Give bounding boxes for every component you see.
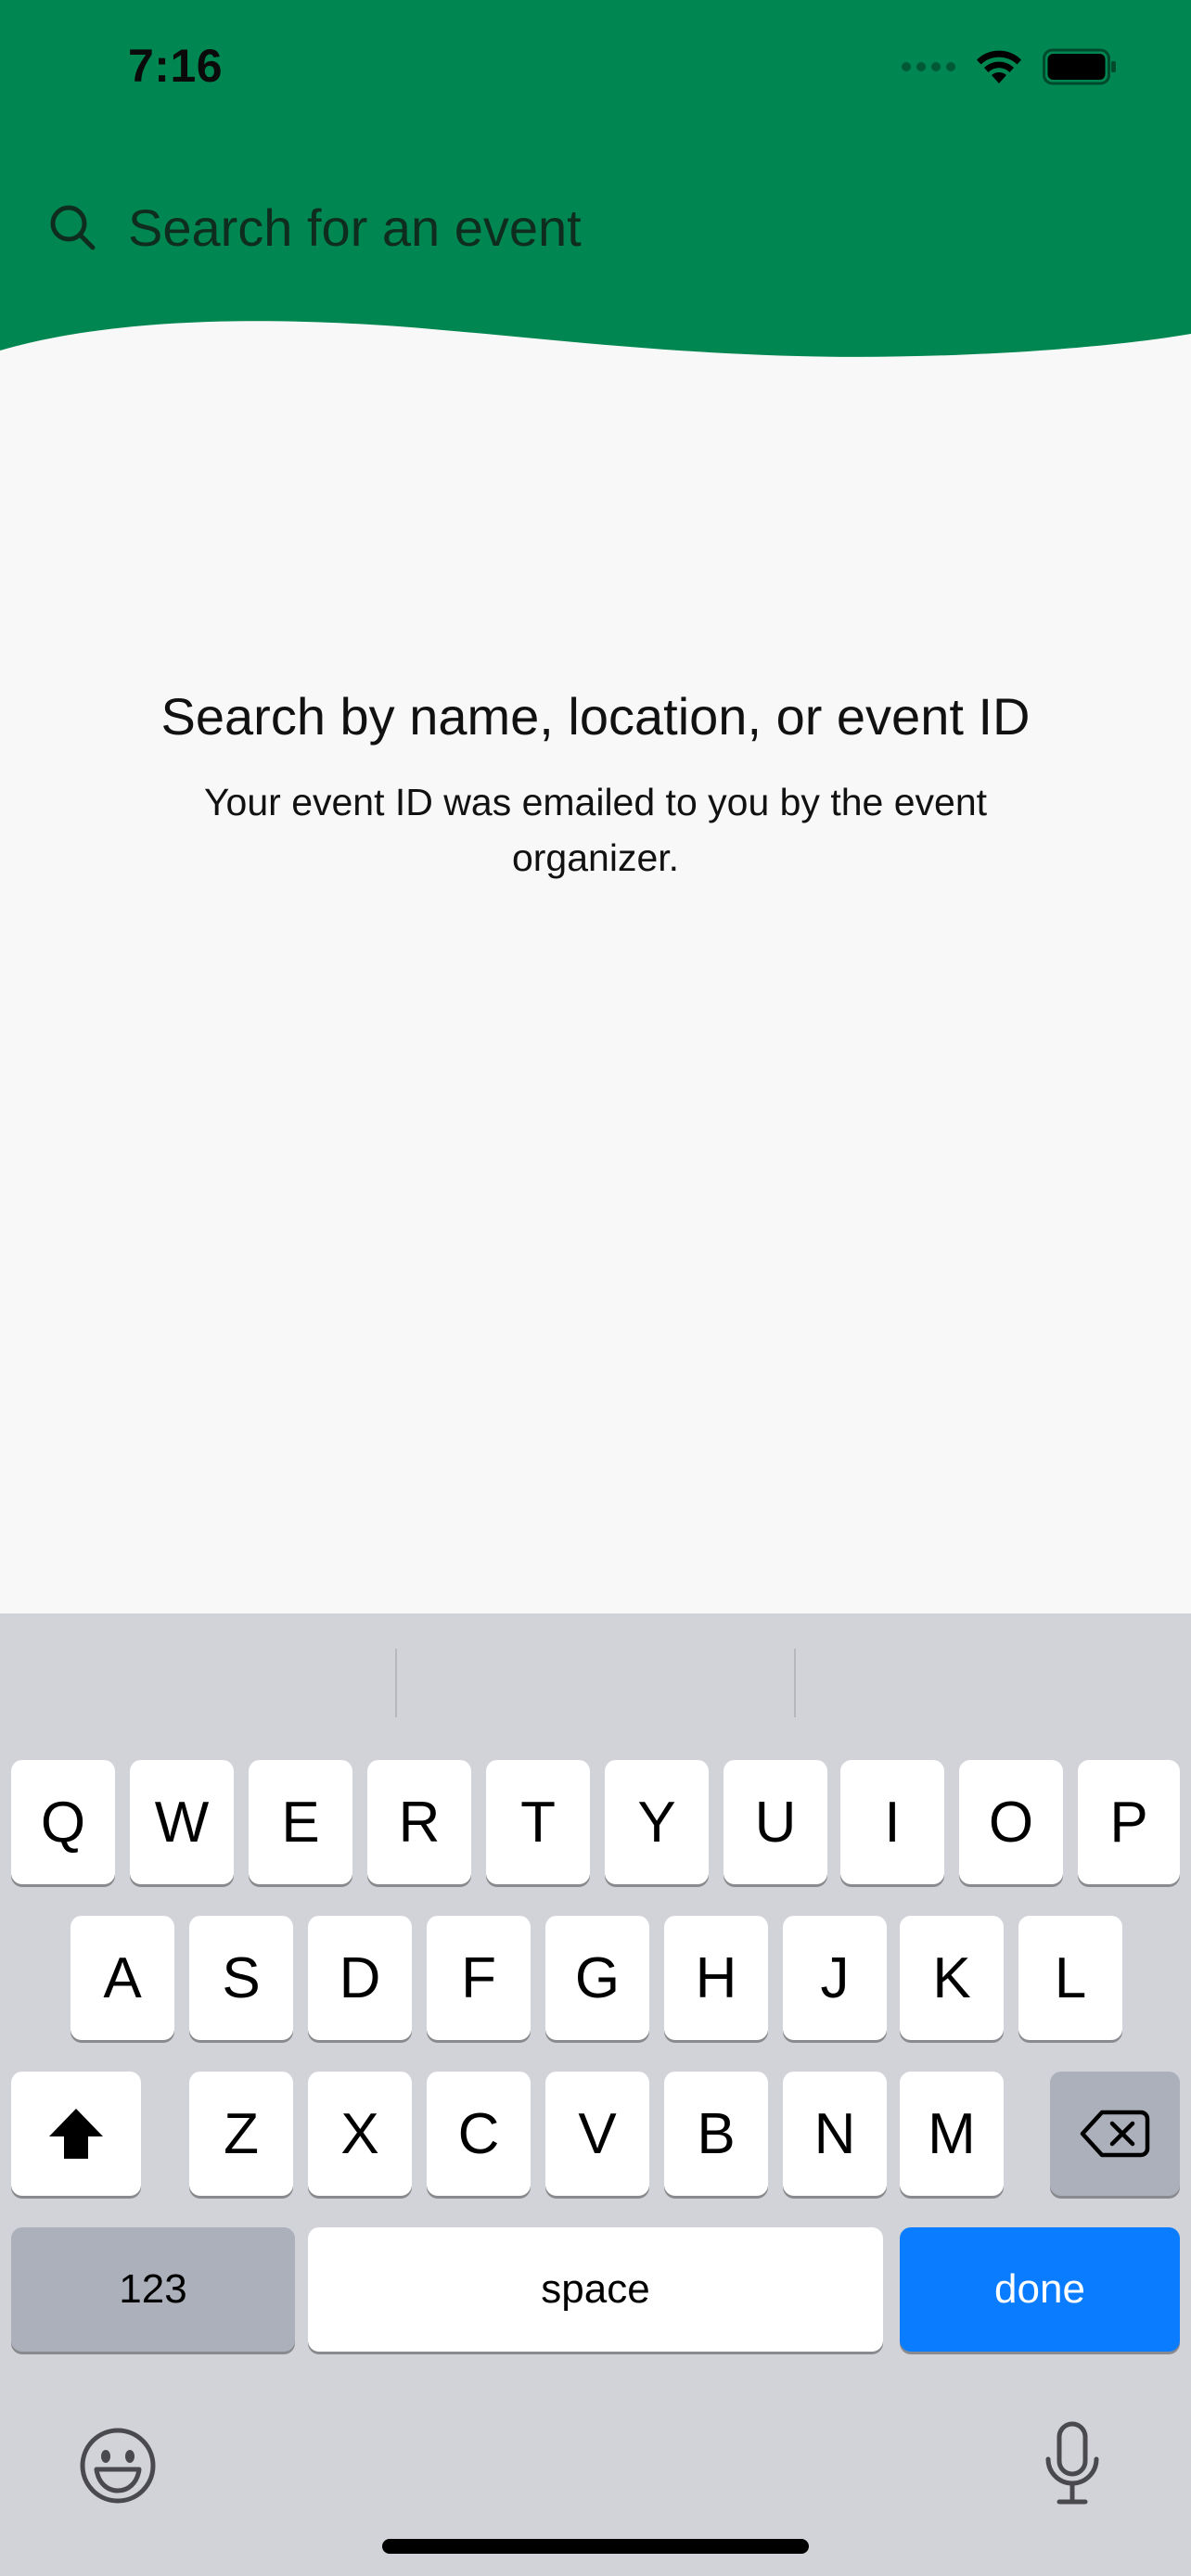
key-m[interactable]: M xyxy=(900,2072,1004,2196)
suggestion-divider xyxy=(395,1649,397,1717)
search-icon xyxy=(50,205,96,250)
key-n[interactable]: N xyxy=(783,2072,887,2196)
cellular-signal-icon xyxy=(902,62,955,71)
key-s[interactable]: S xyxy=(189,1916,293,2040)
shift-icon xyxy=(49,2109,103,2159)
battery-icon xyxy=(1043,48,1116,85)
key-e[interactable]: E xyxy=(249,1760,352,1884)
search-input[interactable] xyxy=(128,197,1056,258)
key-g[interactable]: G xyxy=(545,1916,649,2040)
empty-state: Search by name, location, or event ID Yo… xyxy=(130,682,1061,886)
header: 7:16 xyxy=(0,0,1191,362)
key-i[interactable]: I xyxy=(840,1760,944,1884)
microphone-icon[interactable] xyxy=(1043,2420,1102,2507)
key-r[interactable]: R xyxy=(367,1760,471,1884)
empty-state-subtitle: Your event ID was emailed to you by the … xyxy=(203,781,988,879)
key-o[interactable]: O xyxy=(959,1760,1063,1884)
status-time: 7:16 xyxy=(128,40,224,92)
key-v[interactable]: V xyxy=(545,2072,649,2196)
key-a[interactable]: A xyxy=(70,1916,174,2040)
key-h[interactable]: H xyxy=(664,1916,768,2040)
done-button[interactable]: done xyxy=(900,2227,1180,2352)
key-z[interactable]: Z xyxy=(189,2072,293,2196)
home-indicator xyxy=(382,2539,809,2554)
key-b[interactable]: B xyxy=(664,2072,768,2196)
backspace-key[interactable] xyxy=(1050,2072,1180,2196)
shift-key[interactable] xyxy=(11,2072,141,2196)
empty-state-title: Search by name, location, or event ID xyxy=(160,687,1031,746)
key-x[interactable]: X xyxy=(308,2072,412,2196)
key-p[interactable]: P xyxy=(1078,1760,1180,1884)
space-key[interactable]: space xyxy=(308,2227,883,2352)
key-k[interactable]: K xyxy=(900,1916,1004,2040)
key-f[interactable]: F xyxy=(427,1916,531,2040)
wifi-icon xyxy=(977,50,1021,83)
key-t[interactable]: T xyxy=(486,1760,590,1884)
suggestion-divider xyxy=(794,1649,796,1717)
status-icons xyxy=(902,46,1117,87)
key-c[interactable]: C xyxy=(427,2072,531,2196)
key-q[interactable]: Q xyxy=(11,1760,115,1884)
key-j[interactable]: J xyxy=(783,1916,887,2040)
numbers-key[interactable]: 123 xyxy=(11,2227,295,2352)
key-w[interactable]: W xyxy=(130,1760,234,1884)
key-u[interactable]: U xyxy=(724,1760,827,1884)
backspace-icon xyxy=(1080,2110,1150,2158)
key-y[interactable]: Y xyxy=(605,1760,709,1884)
emoji-icon[interactable] xyxy=(78,2426,158,2506)
on-screen-keyboard: Q W E R T Y U I O P A S D F G H J K L Z … xyxy=(0,1613,1191,2576)
search-bar[interactable] xyxy=(46,190,1141,264)
key-l[interactable]: L xyxy=(1018,1916,1122,2040)
key-d[interactable]: D xyxy=(308,1916,412,2040)
